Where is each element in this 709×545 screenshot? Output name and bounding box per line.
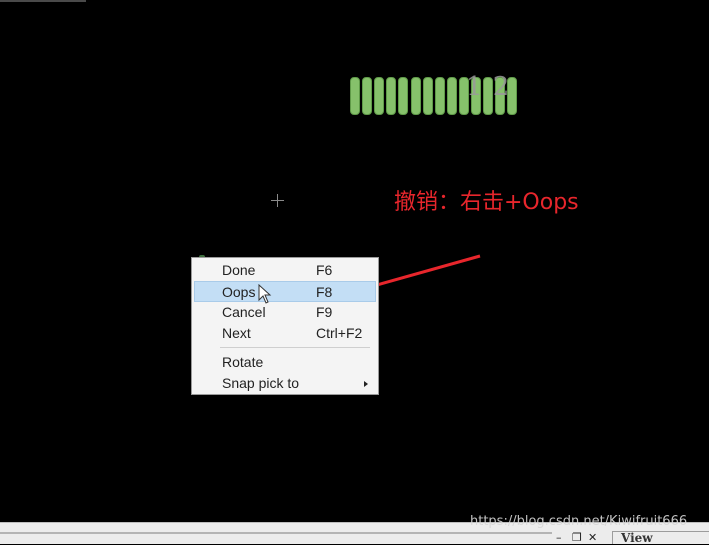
submenu-arrow-icon bbox=[364, 381, 368, 387]
footprint-pad[interactable] bbox=[398, 77, 409, 115]
footprint-pad[interactable] bbox=[350, 77, 360, 115]
canvas-top-edge bbox=[0, 0, 86, 2]
footprint-pad[interactable] bbox=[362, 77, 373, 115]
menu-item-rotate[interactable]: Rotate bbox=[194, 352, 376, 373]
menu-item-oops[interactable]: Oops F8 bbox=[194, 281, 376, 302]
footprint-pad[interactable] bbox=[446, 77, 457, 115]
close-icon[interactable]: ✕ bbox=[588, 532, 597, 544]
footprint-pad[interactable] bbox=[386, 77, 397, 115]
crosshair-cursor-icon bbox=[271, 194, 284, 207]
bottom-divider bbox=[0, 532, 552, 534]
footprint-pad[interactable] bbox=[422, 77, 433, 115]
footprint-pad[interactable] bbox=[410, 77, 421, 115]
menu-item-next[interactable]: Next Ctrl+F2 bbox=[194, 323, 376, 344]
footprint-pad[interactable] bbox=[434, 77, 445, 115]
restore-icon[interactable]: ❐ bbox=[572, 532, 582, 544]
menu-item-cancel[interactable]: Cancel F9 bbox=[194, 302, 376, 323]
menu-item-done[interactable]: Done F6 bbox=[194, 260, 376, 281]
minimize-icon[interactable]: – bbox=[556, 532, 562, 544]
footprint-pad[interactable] bbox=[374, 77, 385, 115]
menu-separator bbox=[220, 347, 370, 348]
undo-annotation: 撤销：右击+Oops bbox=[394, 190, 579, 215]
watermark: https://blog.csdn.net/Kiwifruit666 bbox=[470, 514, 688, 529]
menu-item-snap-pick-to[interactable]: Snap pick to bbox=[194, 373, 376, 394]
context-menu: Done F6 Oops F8 Cancel F9 Next Ctrl+F2 R… bbox=[191, 257, 379, 395]
mouse-pointer-icon bbox=[258, 284, 272, 304]
footprint-ref-label: 1 2 bbox=[466, 72, 511, 102]
view-panel-tab[interactable]: View bbox=[612, 531, 709, 545]
